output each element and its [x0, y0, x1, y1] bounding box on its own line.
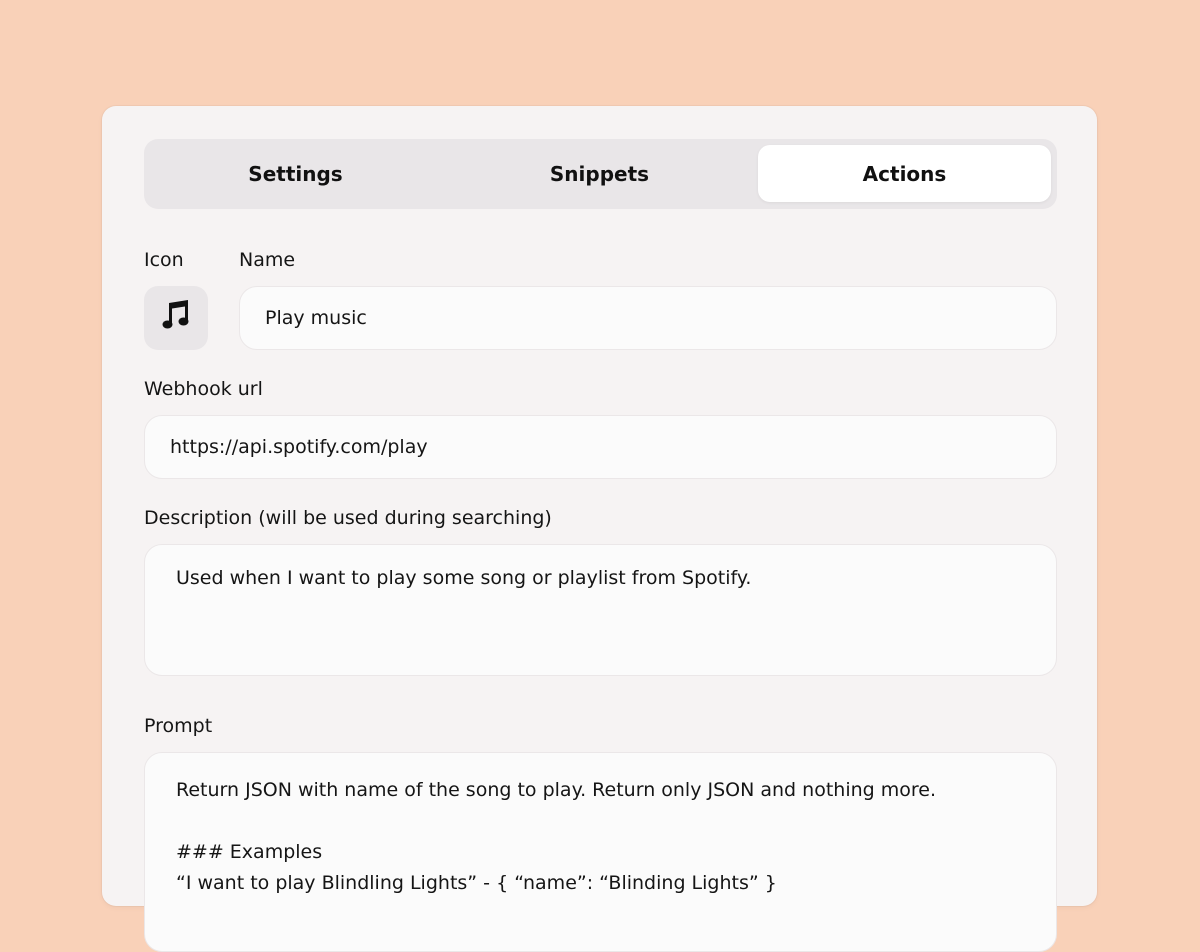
- tab-actions[interactable]: Actions: [758, 145, 1051, 202]
- music-note-icon: [161, 300, 191, 336]
- prompt-label: Prompt: [144, 715, 213, 737]
- name-field[interactable]: Play music: [239, 286, 1057, 350]
- tab-settings[interactable]: Settings: [150, 145, 441, 202]
- description-field[interactable]: Used when I want to play some song or pl…: [144, 544, 1057, 676]
- webhook-label: Webhook url: [144, 378, 263, 400]
- description-label: Description (will be used during searchi…: [144, 507, 552, 529]
- webhook-url-field[interactable]: https://api.spotify.com/play: [144, 415, 1057, 479]
- name-label: Name: [239, 249, 296, 271]
- tab-snippets[interactable]: Snippets: [454, 145, 745, 202]
- tab-bar: Settings Snippets Actions: [144, 139, 1057, 209]
- icon-picker-button[interactable]: [144, 286, 208, 350]
- icon-label: Icon: [144, 249, 184, 271]
- action-editor-card: Settings Snippets Actions Icon Name Play…: [102, 106, 1097, 952]
- prompt-field[interactable]: Return JSON with name of the song to pla…: [144, 752, 1057, 952]
